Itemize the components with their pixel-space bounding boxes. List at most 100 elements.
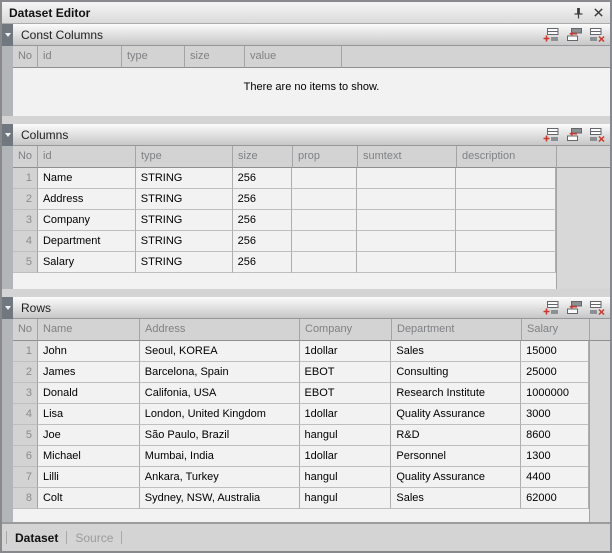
columns-collapse-button[interactable]	[2, 124, 13, 146]
data-cell[interactable]: 1dollar	[300, 446, 392, 467]
data-cell[interactable]: Barcelona, Spain	[140, 362, 300, 383]
row-number-cell[interactable]: 1	[13, 168, 38, 189]
row-number-cell[interactable]: 4	[13, 231, 38, 252]
table-row[interactable]: 8ColtSydney, NSW, AustraliahangulSales62…	[13, 488, 589, 509]
data-cell[interactable]: 256	[233, 252, 293, 273]
add-row-button[interactable]	[542, 300, 560, 316]
data-cell[interactable]: STRING	[136, 168, 233, 189]
data-cell[interactable]: Sales	[391, 488, 521, 509]
column-header-cell[interactable]: Name	[38, 319, 140, 341]
column-header-cell[interactable]	[590, 319, 610, 341]
data-cell[interactable]: STRING	[136, 210, 233, 231]
row-number-cell[interactable]: 2	[13, 362, 38, 383]
data-cell[interactable]: Sales	[391, 341, 521, 362]
table-row[interactable]: 5SalarySTRING256	[13, 252, 556, 273]
data-cell[interactable]	[456, 231, 556, 252]
close-button[interactable]	[590, 5, 606, 21]
column-header-cell[interactable]: sumtext	[358, 146, 457, 168]
data-cell[interactable]	[292, 168, 357, 189]
data-cell[interactable]: Consulting	[391, 362, 521, 383]
data-cell[interactable]	[357, 252, 456, 273]
column-header-cell[interactable]: Company	[300, 319, 392, 341]
data-cell[interactable]: 256	[233, 210, 293, 231]
row-number-cell[interactable]: 3	[13, 210, 38, 231]
data-cell[interactable]: London, United Kingdom	[140, 404, 300, 425]
data-cell[interactable]	[292, 210, 357, 231]
delete-row-button[interactable]	[588, 127, 606, 143]
data-cell[interactable]: Company	[38, 210, 136, 231]
column-header-cell[interactable]: type	[136, 146, 233, 168]
data-cell[interactable]: Mumbai, India	[140, 446, 300, 467]
data-cell[interactable]: 256	[233, 168, 293, 189]
data-cell[interactable]: STRING	[136, 231, 233, 252]
table-row[interactable]: 2JamesBarcelona, SpainEBOTConsulting2500…	[13, 362, 589, 383]
data-cell[interactable]: 1dollar	[300, 341, 392, 362]
row-number-cell[interactable]: 3	[13, 383, 38, 404]
data-cell[interactable]: Michael	[38, 446, 140, 467]
data-cell[interactable]: Personnel	[391, 446, 521, 467]
data-cell[interactable]: hangul	[300, 425, 392, 446]
data-cell[interactable]	[357, 168, 456, 189]
row-number-cell[interactable]: 4	[13, 404, 38, 425]
data-cell[interactable]	[357, 210, 456, 231]
data-cell[interactable]	[357, 189, 456, 210]
column-header-cell[interactable]: Salary	[522, 319, 590, 341]
column-header-cell[interactable]	[342, 46, 610, 68]
data-cell[interactable]: 1300	[521, 446, 589, 467]
row-number-cell[interactable]: 7	[13, 467, 38, 488]
data-cell[interactable]: 62000	[521, 488, 589, 509]
data-cell[interactable]: 1000000	[521, 383, 589, 404]
row-number-cell[interactable]: 2	[13, 189, 38, 210]
data-cell[interactable]: Califonia, USA	[140, 383, 300, 404]
data-cell[interactable]: STRING	[136, 252, 233, 273]
data-cell[interactable]: Seoul, KOREA	[140, 341, 300, 362]
data-cell[interactable]: Sydney, NSW, Australia	[140, 488, 300, 509]
data-cell[interactable]: 25000	[521, 362, 589, 383]
table-row[interactable]: 5JoeSão Paulo, BrazilhangulR&D8600	[13, 425, 589, 446]
table-row[interactable]: 6MichaelMumbai, India1dollarPersonnel130…	[13, 446, 589, 467]
data-cell[interactable]: 3000	[521, 404, 589, 425]
table-row[interactable]: 4LisaLondon, United Kingdom1dollarQualit…	[13, 404, 589, 425]
column-header-cell[interactable]: No	[13, 146, 38, 168]
table-row[interactable]: 1NameSTRING256	[13, 168, 556, 189]
data-cell[interactable]: Address	[38, 189, 136, 210]
tab-dataset[interactable]: Dataset	[7, 531, 66, 545]
data-cell[interactable]: Quality Assurance	[391, 404, 521, 425]
column-header-cell[interactable]: id	[38, 46, 122, 68]
insert-row-button[interactable]	[565, 27, 583, 43]
data-cell[interactable]: hangul	[300, 467, 392, 488]
data-cell[interactable]	[357, 231, 456, 252]
column-header-cell[interactable]	[557, 146, 610, 168]
data-cell[interactable]: Donald	[38, 383, 140, 404]
add-row-button[interactable]	[542, 127, 560, 143]
column-header-cell[interactable]: value	[245, 46, 342, 68]
data-cell[interactable]: STRING	[136, 189, 233, 210]
data-cell[interactable]: Colt	[38, 488, 140, 509]
data-cell[interactable]	[292, 231, 357, 252]
data-cell[interactable]: 4400	[521, 467, 589, 488]
data-cell[interactable]	[292, 189, 357, 210]
data-cell[interactable]: EBOT	[300, 362, 392, 383]
data-cell[interactable]: 256	[233, 231, 293, 252]
column-header-cell[interactable]: Address	[140, 319, 300, 341]
column-header-cell[interactable]: Department	[392, 319, 522, 341]
table-row[interactable]: 3DonaldCalifonia, USAEBOTResearch Instit…	[13, 383, 589, 404]
data-cell[interactable]: James	[38, 362, 140, 383]
data-cell[interactable]: Ankara, Turkey	[140, 467, 300, 488]
tab-source[interactable]: Source	[67, 531, 121, 545]
data-cell[interactable]: São Paulo, Brazil	[140, 425, 300, 446]
delete-row-button[interactable]	[588, 27, 606, 43]
const-columns-collapse-button[interactable]	[2, 24, 13, 46]
data-cell[interactable]: Research Institute	[391, 383, 521, 404]
data-cell[interactable]	[456, 210, 556, 231]
row-number-cell[interactable]: 8	[13, 488, 38, 509]
data-cell[interactable]: 15000	[521, 341, 589, 362]
table-row[interactable]: 1JohnSeoul, KOREA1dollarSales15000	[13, 341, 589, 362]
data-cell[interactable]	[456, 252, 556, 273]
column-header-cell[interactable]: prop	[293, 146, 358, 168]
data-cell[interactable]: Quality Assurance	[391, 467, 521, 488]
column-header-cell[interactable]: No	[13, 46, 38, 68]
row-number-cell[interactable]: 6	[13, 446, 38, 467]
data-cell[interactable]: 256	[233, 189, 293, 210]
data-cell[interactable]: John	[38, 341, 140, 362]
